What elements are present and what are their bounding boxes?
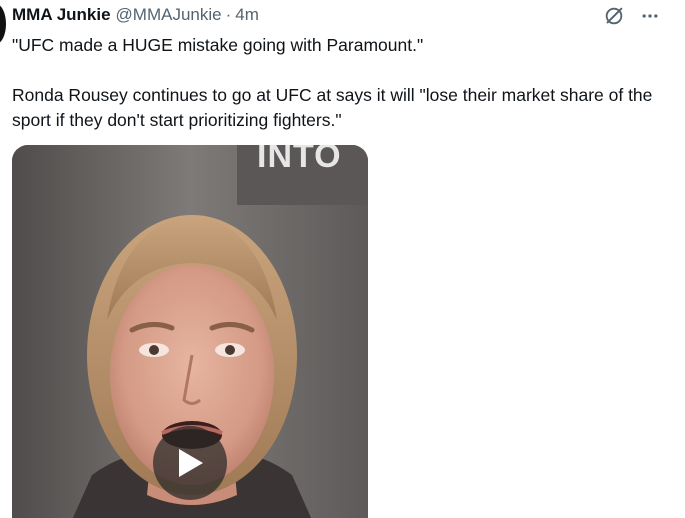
grok-icon[interactable]: [601, 3, 627, 29]
play-button[interactable]: [153, 426, 227, 500]
tweet-timestamp[interactable]: 4m: [235, 4, 259, 26]
more-icon[interactable]: [637, 3, 663, 29]
tweet-top-actions: [601, 3, 663, 29]
background-sign-text: INTO: [257, 145, 342, 175]
avatar[interactable]: [0, 4, 6, 44]
tweet-video[interactable]: INTO: [12, 145, 368, 518]
tweet-text: "UFC made a HUGE mistake going with Para…: [12, 35, 653, 130]
author-handle[interactable]: @MMAJunkie: [116, 4, 222, 26]
header-separator: ·: [225, 5, 232, 24]
tweet-card[interactable]: MMA Junkie @MMAJunkie · 4m "UFC made a H…: [0, 0, 685, 518]
tweet-header: MMA Junkie @MMAJunkie · 4m: [12, 3, 259, 27]
play-icon: [179, 449, 203, 477]
author-name[interactable]: MMA Junkie: [12, 4, 111, 26]
